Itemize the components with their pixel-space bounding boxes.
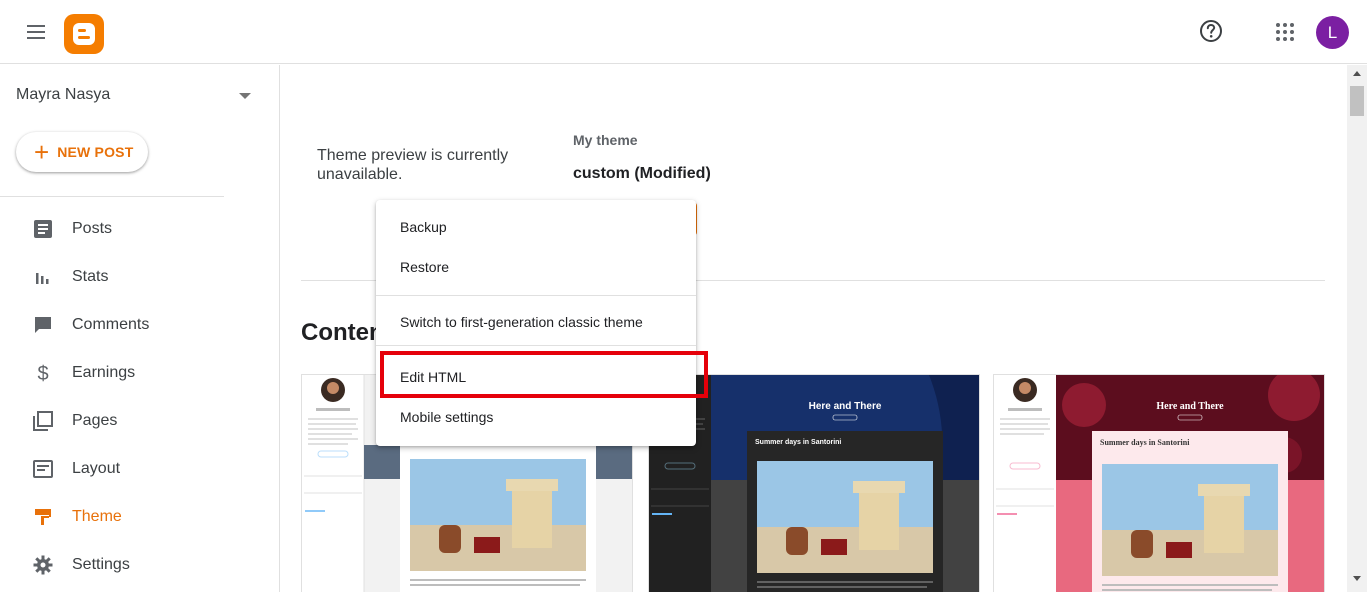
scrollbar-thumb[interactable] xyxy=(1350,86,1364,116)
gear-icon xyxy=(32,554,54,576)
new-post-button[interactable]: + NEW POST xyxy=(16,132,148,172)
svg-text:$: $ xyxy=(37,363,48,384)
theme-card-contempo-dark[interactable]: Here and There Summer days in Santorini xyxy=(648,374,980,592)
sidebar-nav: Posts Stats Comments $ Earnings Pages La… xyxy=(0,205,280,589)
sidebar-item-label: Comments xyxy=(72,316,150,333)
blogger-logo-icon[interactable] xyxy=(64,14,104,54)
sidebar-item-label: Stats xyxy=(72,268,109,285)
sidebar: Mayra Nasya + NEW POST Posts Stats Comme… xyxy=(0,65,280,592)
theme-card-thumbnail: Here and There Summer days in Santorini xyxy=(994,375,1324,592)
comments-icon xyxy=(32,314,54,336)
theme-card-thumbnail: Here and There Summer days in Santorini xyxy=(649,375,979,592)
sidebar-item-pages[interactable]: Pages xyxy=(0,397,280,445)
vertical-scrollbar[interactable] xyxy=(1347,65,1367,592)
posts-icon xyxy=(32,218,54,240)
menu-item-switch-classic-theme[interactable]: Switch to first-generation classic theme xyxy=(376,302,696,342)
card-post-title: Summer days in Santorini xyxy=(755,439,841,446)
layout-icon xyxy=(32,458,54,480)
sidebar-item-stats[interactable]: Stats xyxy=(0,253,280,301)
menu-item-mobile-settings[interactable]: Mobile settings xyxy=(376,397,696,437)
sidebar-item-earnings[interactable]: $ Earnings xyxy=(0,349,280,397)
new-post-label: NEW POST xyxy=(57,144,134,160)
theme-card-contempo-rose[interactable]: Here and There Summer days in Santorini xyxy=(993,374,1325,592)
sidebar-item-label: Pages xyxy=(72,412,118,429)
menu-item-edit-html[interactable]: Edit HTML xyxy=(376,357,696,397)
card-blog-title: Here and There xyxy=(1156,401,1224,412)
top-app-bar: L xyxy=(0,0,1367,64)
sidebar-item-comments[interactable]: Comments xyxy=(0,301,280,349)
sidebar-item-label: Earnings xyxy=(72,364,136,381)
blog-name: Mayra Nasya xyxy=(16,86,111,103)
divider xyxy=(0,196,224,197)
apps-grid-icon[interactable] xyxy=(1274,21,1296,43)
sidebar-item-label: Settings xyxy=(72,556,130,573)
avatar[interactable]: L xyxy=(1316,16,1349,49)
sidebar-item-layout[interactable]: Layout xyxy=(0,445,280,493)
menu-item-restore[interactable]: Restore xyxy=(376,247,696,287)
card-blog-title: Here and There xyxy=(809,401,882,412)
menu-item-backup[interactable]: Backup xyxy=(376,207,696,247)
sidebar-item-theme[interactable]: Theme xyxy=(0,493,280,541)
menu-divider xyxy=(376,295,696,296)
scroll-up-arrow-icon[interactable] xyxy=(1353,71,1361,76)
sidebar-item-posts[interactable]: Posts xyxy=(0,205,280,253)
plus-icon: + xyxy=(34,137,50,167)
hamburger-menu-icon[interactable] xyxy=(20,16,52,48)
sidebar-item-label: Theme xyxy=(72,508,122,525)
pages-icon xyxy=(32,410,54,432)
dollar-icon: $ xyxy=(32,362,54,384)
help-circle-icon[interactable] xyxy=(1198,18,1224,44)
scroll-down-arrow-icon[interactable] xyxy=(1353,576,1361,581)
sidebar-item-label: Posts xyxy=(72,220,113,237)
card-post-title: Summer days in Santorini xyxy=(1100,438,1190,447)
sidebar-item-settings[interactable]: Settings xyxy=(0,541,280,589)
section-title: Conten xyxy=(301,319,384,346)
menu-divider xyxy=(376,345,696,346)
sidebar-item-label: Layout xyxy=(72,460,121,477)
theme-icon xyxy=(32,506,54,528)
caret-down-icon xyxy=(239,93,251,99)
theme-options-menu: Backup Restore Switch to first-generatio… xyxy=(376,200,696,446)
blog-selector[interactable]: Mayra Nasya xyxy=(16,86,256,106)
my-theme-label: My theme xyxy=(573,132,638,148)
theme-preview-message: Theme preview is currently unavailable. xyxy=(317,147,509,183)
theme-name: custom (Modified) xyxy=(573,165,711,182)
stats-icon xyxy=(32,266,54,288)
